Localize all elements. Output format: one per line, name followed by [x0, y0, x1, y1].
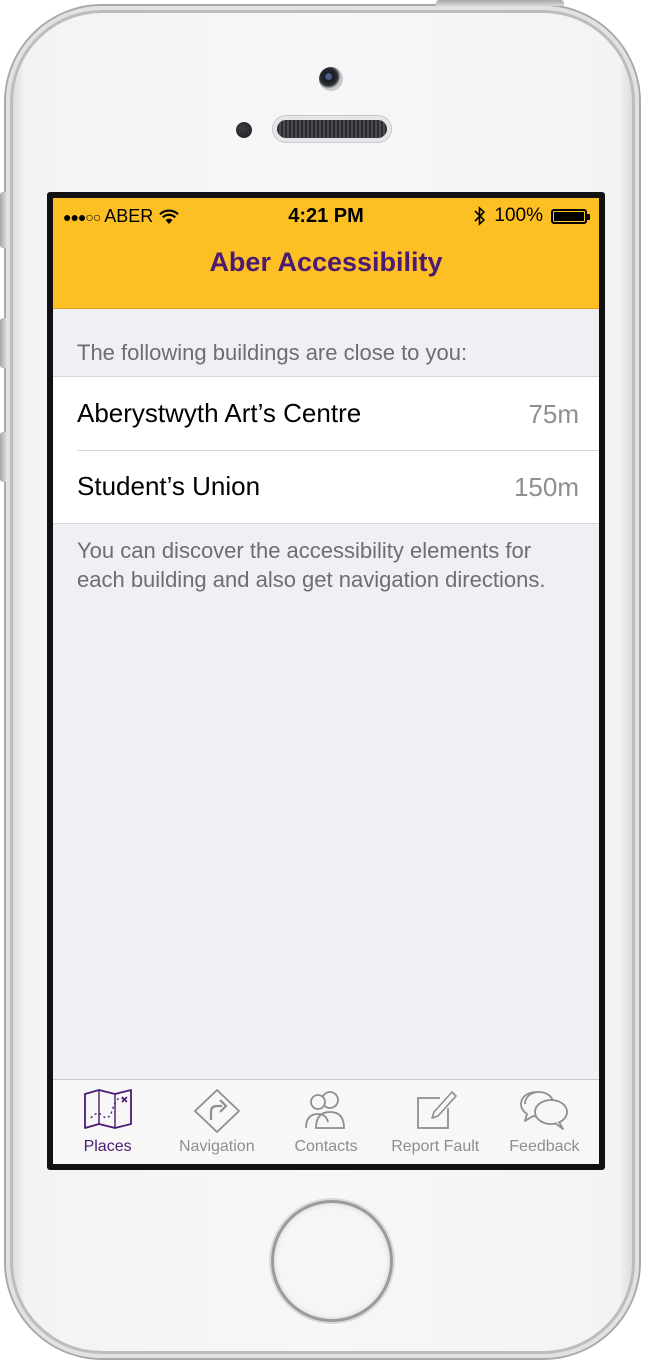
- tab-label: Report Fault: [391, 1138, 480, 1155]
- list-item[interactable]: Aberystwyth Art’s Centre 75m: [53, 377, 599, 450]
- people-icon: [305, 1091, 345, 1129]
- navigation-bar: ●●●○○ ABER 4:21 PM 100% Aber Accessibili…: [53, 198, 599, 309]
- compose-icon: [417, 1091, 458, 1129]
- tab-contacts[interactable]: Contacts: [271, 1080, 380, 1164]
- tab-label: Contacts: [294, 1138, 358, 1155]
- turn-sign-icon: [193, 1089, 240, 1133]
- section-footer: You can discover the accessibility eleme…: [77, 538, 546, 592]
- mute-switch[interactable]: [0, 192, 6, 248]
- tab-label: Feedback: [509, 1138, 580, 1155]
- app-display: ●●●○○ ABER 4:21 PM 100% Aber Accessibili…: [53, 198, 599, 1164]
- tab-feedback[interactable]: Feedback: [490, 1080, 599, 1164]
- sleep-wake-button[interactable]: [436, 0, 564, 6]
- speech-bubbles-icon: [520, 1091, 569, 1130]
- building-name: Student’s Union: [77, 471, 261, 501]
- building-list: Aberystwyth Art’s Centre 75m Student’s U…: [53, 376, 599, 524]
- tab-bar: Places Navigation Contacts Report Fault …: [53, 1079, 599, 1164]
- battery-percentage: 100%: [494, 205, 543, 226]
- volume-up-button[interactable]: [0, 318, 6, 368]
- page-title: Aber Accessibility: [209, 247, 443, 277]
- volume-down-button[interactable]: [0, 432, 6, 482]
- bluetooth-icon: [474, 206, 486, 226]
- home-button[interactable]: [274, 1203, 390, 1319]
- earpiece-speaker: [277, 120, 387, 138]
- section-header: The following buildings are close to you…: [77, 340, 468, 365]
- building-name: Aberystwyth Art’s Centre: [77, 398, 362, 428]
- building-distance: 75m: [528, 399, 579, 429]
- tab-label: Places: [83, 1138, 132, 1155]
- tab-places[interactable]: Places: [53, 1080, 162, 1164]
- tab-navigation[interactable]: Navigation: [162, 1080, 271, 1164]
- map-icon: [83, 1089, 132, 1129]
- proximity-sensor: [236, 122, 252, 138]
- building-distance: 150m: [513, 472, 579, 502]
- front-camera: [319, 67, 343, 91]
- tab-label: Navigation: [179, 1138, 255, 1155]
- battery-icon: [551, 208, 590, 224]
- status-bar: ●●●○○ ABER 4:21 PM 100%: [53, 198, 599, 236]
- tab-report-fault[interactable]: Report Fault: [381, 1080, 490, 1164]
- list-item[interactable]: Student’s Union 150m: [53, 450, 599, 523]
